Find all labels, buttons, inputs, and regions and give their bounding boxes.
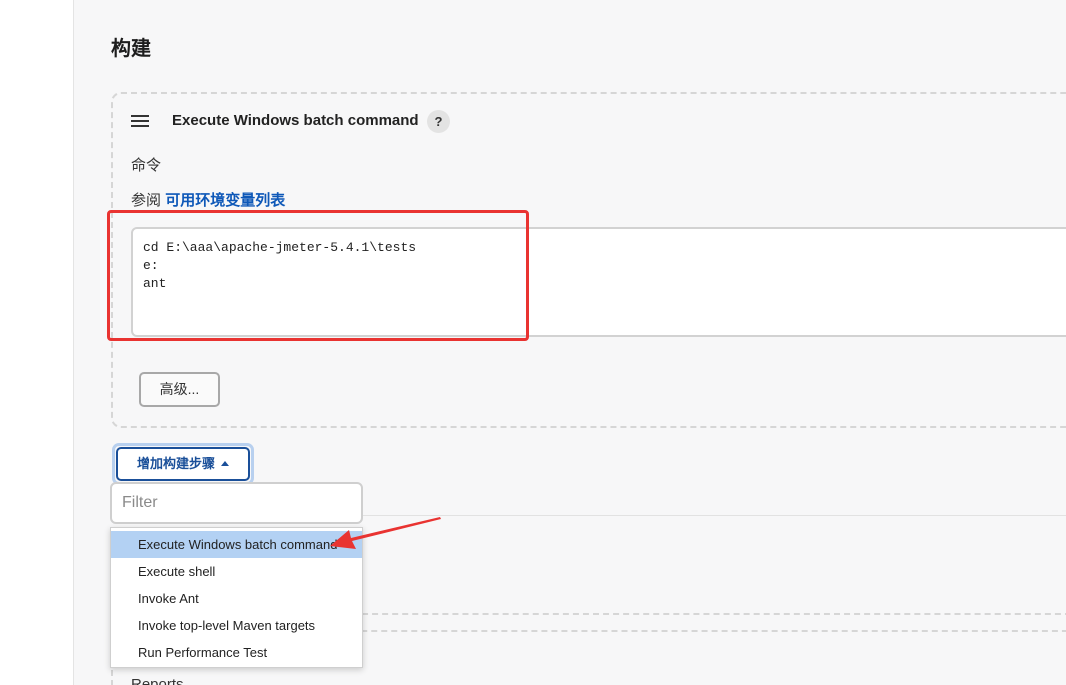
- add-build-step-label: 增加构建步骤: [136, 456, 215, 471]
- advanced-button[interactable]: 高级...: [139, 372, 220, 407]
- filter-input[interactable]: [110, 482, 363, 524]
- dropdown-item-execute-shell[interactable]: Execute shell: [111, 558, 362, 585]
- reports-label: Reports: [131, 676, 184, 685]
- help-icon[interactable]: ?: [427, 110, 450, 133]
- dropdown-item-invoke-ant[interactable]: Invoke Ant: [111, 585, 362, 612]
- dropdown-item-invoke-maven[interactable]: Invoke top-level Maven targets: [111, 612, 362, 639]
- drag-handle-icon[interactable]: [131, 115, 149, 127]
- dropdown-item-run-performance-test[interactable]: Run Performance Test: [111, 639, 362, 666]
- env-vars-link[interactable]: 可用环境变量列表: [165, 192, 285, 209]
- section-title: 构建: [111, 38, 151, 60]
- dropdown-item-execute-windows-batch[interactable]: Execute Windows batch command: [111, 531, 362, 558]
- command-label: 命令: [131, 157, 162, 174]
- command-textarea[interactable]: cd E:\aaa\apache-jmeter-5.4.1\tests e: a…: [131, 227, 1066, 337]
- add-build-step-button[interactable]: 增加构建步骤: [116, 447, 250, 481]
- caret-up-icon: [221, 460, 229, 466]
- env-prefix: 参阅: [131, 192, 162, 209]
- step-title: Execute Windows batch command: [172, 112, 419, 129]
- left-gutter: [0, 0, 74, 685]
- build-step-dropdown: Execute Windows batch command Execute sh…: [110, 527, 363, 668]
- env-reference: 参阅 可用环境变量列表: [131, 189, 285, 210]
